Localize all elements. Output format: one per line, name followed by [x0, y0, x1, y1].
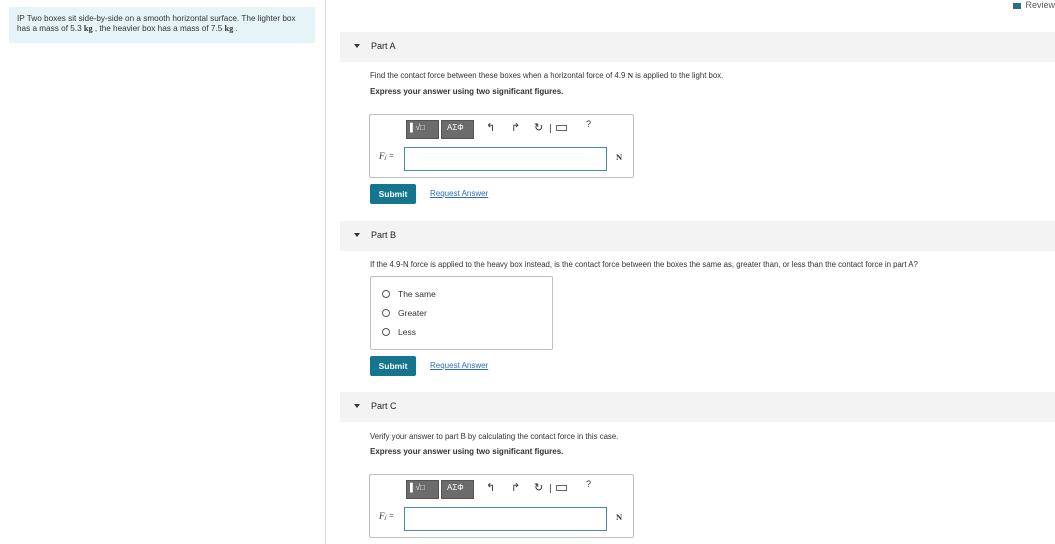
problem-unit-1: kg	[83, 24, 93, 33]
part-a-title: Part A	[371, 41, 396, 51]
review-link[interactable]: Review	[1013, 0, 1055, 10]
toolbar-divider	[550, 124, 551, 133]
symbols-button[interactable]: ΑΣΦ	[441, 120, 474, 139]
choice-less[interactable]: Less	[382, 327, 416, 337]
part-c-note: Express your answer using two significan…	[370, 447, 564, 456]
keyboard-icon[interactable]	[556, 125, 567, 131]
problem-statement: IP Two boxes sit side-by-side on a smoot…	[9, 7, 315, 43]
part-c-answer-input[interactable]	[404, 507, 607, 531]
fc-label: Fⱼ =	[379, 511, 395, 521]
part-a-answer-box: ▌√□ ΑΣΦ ↰ ↱ ↻ ? Fⱼ = N	[369, 114, 634, 178]
review-label: Review	[1025, 0, 1055, 10]
part-a-submit-button[interactable]: Submit	[370, 184, 416, 204]
part-b-question: If the 4.9-N force is applied to the hea…	[370, 260, 918, 269]
undo-icon[interactable]: ↰	[486, 121, 495, 134]
templates-button[interactable]: ▌√□	[406, 120, 439, 139]
part-c-title: Part C	[371, 401, 397, 411]
toolbar-divider	[550, 484, 551, 493]
problem-unit-2: kg	[224, 24, 234, 33]
redo-icon[interactable]: ↱	[511, 481, 520, 494]
problem-label: IP	[17, 14, 25, 23]
part-a-answer-input[interactable]	[404, 147, 607, 171]
radio-icon[interactable]	[382, 309, 390, 317]
part-c-header[interactable]: Part C	[340, 392, 1055, 422]
redo-icon[interactable]: ↱	[511, 121, 520, 134]
problem-text-2: , the heavier box has a mass of 7.5	[92, 24, 225, 33]
choice-greater[interactable]: Greater	[382, 308, 427, 318]
templates-button[interactable]: ▌√□	[406, 480, 439, 499]
choice-label: The same	[398, 289, 436, 299]
problem-panel: IP Two boxes sit side-by-side on a smoot…	[0, 0, 326, 544]
fc-label: Fⱼ =	[379, 151, 395, 161]
choice-same[interactable]: The same	[382, 289, 436, 299]
part-a-unit: N	[616, 152, 623, 162]
part-b-title: Part B	[371, 230, 397, 240]
part-c-unit: N	[616, 512, 623, 522]
part-b-header[interactable]: Part B	[340, 221, 1055, 251]
keyboard-icon[interactable]	[556, 485, 567, 491]
part-b-request-answer-link[interactable]: Request Answer	[430, 361, 488, 370]
part-a-note: Express your answer using two significan…	[370, 87, 564, 96]
part-a-header[interactable]: Part A	[340, 32, 1055, 62]
part-a-question-pre: Find the contact force between these box…	[370, 71, 628, 80]
help-button[interactable]: ?	[586, 479, 591, 489]
part-a-question: Find the contact force between these box…	[370, 71, 723, 80]
symbols-button[interactable]: ΑΣΦ	[441, 480, 474, 499]
review-icon	[1013, 2, 1022, 9]
radio-icon[interactable]	[382, 290, 390, 298]
part-a-question-post: is applied to the light box.	[633, 71, 724, 80]
caret-down-icon	[354, 404, 360, 408]
part-c-answer-box: ▌√□ ΑΣΦ ↰ ↱ ↻ ? Fⱼ = N	[369, 474, 634, 538]
reset-icon[interactable]: ↻	[534, 121, 543, 134]
undo-icon[interactable]: ↰	[486, 481, 495, 494]
part-b-submit-button[interactable]: Submit	[370, 356, 416, 376]
part-a-request-answer-link[interactable]: Request Answer	[430, 189, 488, 198]
part-c-question: Verify your answer to part B by calculat…	[370, 432, 619, 441]
choice-label: Greater	[398, 308, 427, 318]
part-b-choices: The same Greater Less	[370, 276, 553, 350]
caret-down-icon	[354, 44, 360, 48]
problem-text-3: .	[233, 24, 238, 33]
choice-label: Less	[398, 327, 416, 337]
radio-icon[interactable]	[382, 328, 390, 336]
help-button[interactable]: ?	[586, 119, 591, 129]
caret-down-icon	[354, 233, 360, 237]
reset-icon[interactable]: ↻	[534, 481, 543, 494]
